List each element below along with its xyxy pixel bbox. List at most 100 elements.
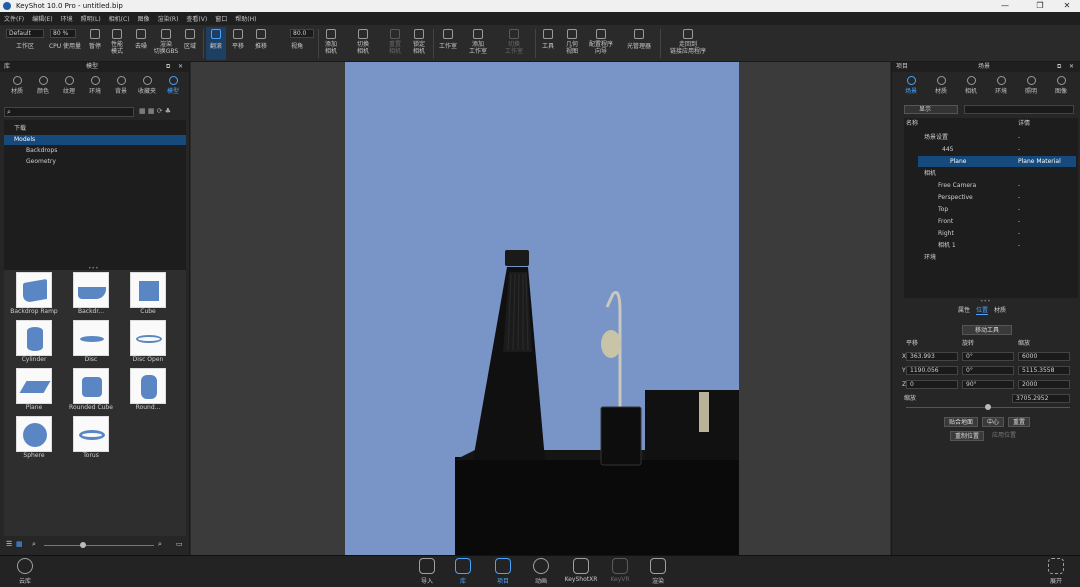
rotate-x-input[interactable]: 0° — [962, 352, 1014, 361]
scene-search-input[interactable] — [964, 105, 1074, 114]
expand-button[interactable]: 展开 — [1042, 558, 1070, 587]
scale-z-input[interactable]: 2000 — [1018, 380, 1070, 389]
uniform-scale-input[interactable]: 3705.2952 — [1012, 394, 1070, 403]
tree-item-backdrops[interactable]: Backdrops — [4, 146, 186, 156]
tab-properties[interactable]: 属性 — [958, 305, 970, 315]
denoise-button[interactable]: 去噪 — [130, 27, 152, 60]
view-angle-input[interactable]: 80.0 — [290, 29, 314, 38]
menu-view[interactable]: 查看(V) — [186, 14, 207, 23]
display-filter-button[interactable]: 显示 — [904, 105, 958, 114]
pan-button[interactable]: 平移 — [228, 27, 248, 60]
tab-image[interactable]: 图像 — [1048, 74, 1074, 96]
switch-studio-button[interactable]: 切换 工作室 — [500, 27, 528, 60]
add-camera-button[interactable]: 添加 相机 — [320, 27, 342, 60]
tab-position[interactable]: 位置 — [976, 305, 989, 315]
project-button[interactable]: 项目 — [489, 558, 517, 587]
performance-mode-button[interactable]: 性能 模式 — [106, 27, 128, 60]
tree-item-downloads[interactable]: 下载 — [4, 124, 186, 134]
rotate-z-input[interactable]: 90° — [962, 380, 1014, 389]
animation-button[interactable]: 动画 — [527, 558, 555, 587]
menu-edit[interactable]: 编辑(E) — [32, 14, 52, 23]
zoom-in-icon[interactable]: ⌕ — [158, 540, 162, 549]
thumb-sphere[interactable]: Sphere — [10, 416, 58, 459]
maximize-button[interactable]: ❐ — [1025, 0, 1055, 12]
library-search-input[interactable]: ⌕ — [4, 107, 134, 117]
tab-environments[interactable]: 环境 — [82, 74, 108, 96]
center-button[interactable]: 中心 — [982, 417, 1004, 427]
workspace-select[interactable]: Default — [6, 29, 44, 38]
studio-button[interactable]: 工作室 — [436, 27, 460, 60]
keyshotxr-button[interactable]: KeyShotXR — [563, 558, 599, 587]
dolly-button[interactable]: 推移 — [250, 27, 272, 60]
geometry-view-button[interactable]: 几何 视图 — [561, 27, 583, 60]
rotate-y-input[interactable]: 0° — [962, 366, 1014, 375]
tab-backgrounds[interactable]: 背景 — [108, 74, 134, 96]
pause-button[interactable]: 暂停 — [86, 27, 104, 60]
minimize-button[interactable]: — — [990, 0, 1020, 12]
light-manager-button[interactable]: 光管理器 — [622, 27, 656, 60]
tree-item-geometry[interactable]: Geometry — [4, 157, 186, 167]
tab-environment[interactable]: 环境 — [988, 74, 1014, 96]
menu-window[interactable]: 窗口 — [215, 14, 227, 23]
tab-colors[interactable]: 颜色 — [30, 74, 56, 96]
import-button[interactable]: 导入 — [413, 558, 441, 587]
menu-image[interactable]: 图像 — [138, 14, 150, 23]
reset-camera-button[interactable]: 重置 相机 — [384, 27, 406, 60]
thumb-disc[interactable]: Disc — [67, 320, 115, 363]
configurator-wizard-button[interactable]: 配置程序 向导 — [586, 27, 616, 60]
scene-row-top[interactable]: Top - — [918, 204, 1076, 215]
scene-row-front[interactable]: Front - — [918, 216, 1076, 227]
translate-x-input[interactable]: 363.993 — [906, 352, 958, 361]
thumb-cube[interactable]: Cube — [124, 272, 172, 315]
close-panel-icon[interactable]: ✕ — [178, 62, 183, 72]
thumb-cylinder[interactable]: Cylinder — [10, 320, 58, 363]
render-button[interactable]: 渲染 — [644, 558, 672, 587]
apply-position-button[interactable]: 应用位置 — [992, 430, 1016, 441]
thumb-disc-open[interactable]: Disc Open — [124, 320, 172, 363]
thumbnail-size-slider[interactable] — [44, 545, 154, 546]
tab-material[interactable]: 材质 — [928, 74, 954, 96]
tumble-button[interactable]: 翻滚 — [206, 27, 226, 60]
scene-row-445[interactable]: 445- — [918, 144, 1076, 155]
menu-help[interactable]: 帮助(H) — [235, 14, 256, 23]
tools-button[interactable]: 工具 — [538, 27, 558, 60]
library-button[interactable]: 库 — [449, 558, 477, 587]
region-button[interactable]: 区域 — [180, 27, 200, 60]
slider-handle[interactable] — [80, 542, 86, 548]
folder-icon[interactable]: ▭ — [176, 540, 183, 548]
library-tool-icons[interactable]: ▦ ▦ ⟳ ♣ — [139, 107, 171, 115]
tab-models[interactable]: 模型 — [160, 74, 186, 96]
thumb-torus[interactable]: Torus — [67, 416, 115, 459]
tab-materials[interactable]: 材质 — [4, 74, 30, 96]
menu-camera[interactable]: 相机(C) — [109, 14, 130, 23]
linked-app-button[interactable]: 走回到 链接应用程序 — [664, 27, 712, 60]
reset-position-button[interactable]: 重制位置 — [950, 431, 984, 441]
thumb-plane[interactable]: Plane — [10, 368, 58, 411]
menu-file[interactable]: 文件(F) — [4, 14, 24, 23]
reset-button[interactable]: 重置 — [1008, 417, 1030, 427]
scene-row-camera-1[interactable]: 相机 1- — [918, 240, 1076, 251]
render-switch-button[interactable]: 渲染 切换GBS — [154, 27, 178, 60]
splitter-handle[interactable]: ••• — [980, 298, 991, 305]
lock-camera-button[interactable]: 锁定 相机 — [408, 27, 430, 60]
scene-row-settings[interactable]: 场景设置 - — [912, 132, 1076, 143]
switch-camera-button[interactable]: 切换 相机 — [350, 27, 376, 60]
close-window-button[interactable]: ✕ — [1052, 0, 1080, 12]
tree-item-models[interactable]: Models — [4, 135, 186, 145]
scene-row-environment[interactable]: 环境 — [912, 252, 1076, 263]
grid-view-icon[interactable]: ▦ — [16, 540, 23, 548]
translate-z-input[interactable]: 0 — [906, 380, 958, 389]
scene-row-cameras[interactable]: 相机 — [912, 168, 1076, 179]
tab-textures[interactable]: 纹理 — [56, 74, 82, 96]
tab-prop-material[interactable]: 材质 — [994, 305, 1006, 315]
workspace-button[interactable]: 工作区 — [8, 41, 42, 55]
translate-y-input[interactable]: 1190.056 — [906, 366, 958, 375]
tab-favorites[interactable]: 收藏夹 — [134, 74, 160, 96]
menu-environment[interactable]: 环境 — [61, 14, 73, 23]
thumb-rounded-cylinder[interactable]: Round... — [124, 368, 172, 411]
add-studio-button[interactable]: 添加 工作室 — [464, 27, 492, 60]
cpu-usage-select[interactable]: 80 % — [50, 29, 76, 38]
close-panel-icon[interactable]: ✕ — [1069, 62, 1074, 72]
zoom-out-icon[interactable]: ⌕ — [32, 540, 36, 549]
keyvr-button[interactable]: KeyVR — [606, 558, 634, 587]
